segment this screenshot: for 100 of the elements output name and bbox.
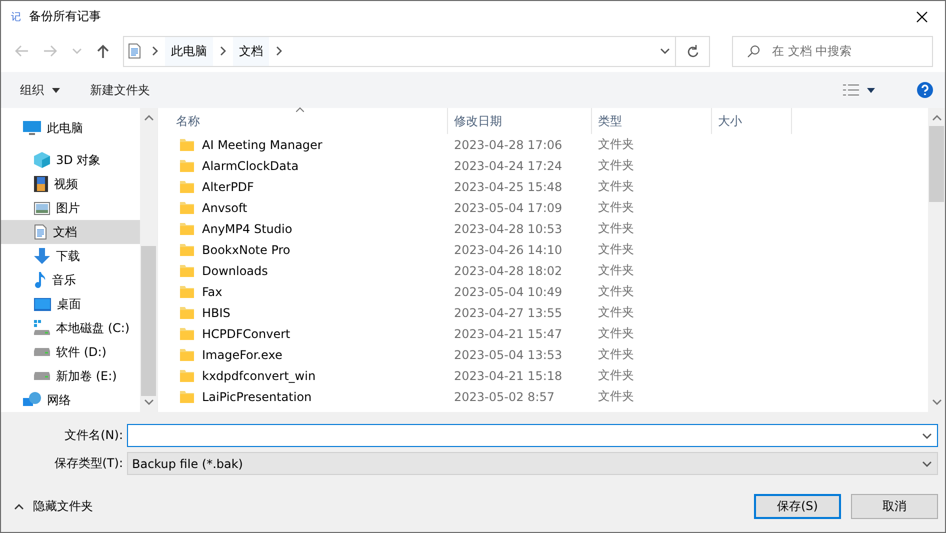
sidebar-item[interactable]: 桌面 [1, 292, 140, 316]
file-type: 文件夹 [597, 325, 635, 342]
modified-date: 2023-05-04 17:09 [453, 200, 564, 214]
file-name[interactable]: ImageFor.exe [176, 348, 448, 362]
desktop-icon [34, 298, 51, 310]
drive-icon [34, 320, 50, 336]
file-type: 文件夹 [597, 157, 635, 174]
breadcrumb[interactable]: 文档 [233, 36, 269, 66]
folder-icon [180, 180, 194, 193]
folder-icon [180, 138, 194, 151]
up-arrow-icon [97, 44, 109, 58]
image-icon [34, 202, 50, 214]
file-name[interactable]: Downloads [176, 264, 448, 278]
cube-icon [34, 152, 50, 168]
organize-menu[interactable]: 组织 [20, 82, 60, 98]
file-name[interactable]: AlterPDF [176, 180, 448, 194]
sidebar-item[interactable]: 新加卷 (E:) [1, 364, 140, 388]
sidebar-item[interactable]: 本地磁盘 (C:) [1, 316, 140, 340]
folder-icon [180, 285, 194, 298]
sidebar-item[interactable]: 音乐 [1, 268, 140, 292]
modified-date: 2023-04-27 13:55 [453, 306, 564, 320]
refresh-icon [686, 44, 698, 58]
sidebar-item[interactable]: 软件 (D:) [1, 340, 140, 364]
help-button[interactable] [917, 82, 933, 98]
sidebar-item[interactable]: 此电脑 [1, 116, 140, 140]
file-name[interactable]: Fax [176, 284, 448, 298]
view-options-button[interactable] [843, 84, 875, 96]
file-type: 文件夹 [597, 262, 635, 279]
file-type: 文件夹 [597, 388, 635, 405]
modified-date: 2023-04-28 18:02 [453, 264, 564, 278]
sidebar-item[interactable]: 视频 [1, 172, 140, 196]
column-header[interactable]: 修改日期 [448, 108, 592, 134]
file-list-scrollbar[interactable] [928, 108, 945, 412]
modified-date: 2023-04-28 10:53 [453, 222, 564, 236]
document-icon [128, 43, 141, 59]
file-name[interactable]: kxdpdfconvert_win [176, 368, 448, 382]
file-type-select[interactable]: Backup file (*.bak) [127, 452, 938, 475]
file-type: 文件夹 [597, 346, 635, 363]
file-type: 文件夹 [597, 367, 635, 384]
download-arrow-icon [34, 248, 50, 264]
sort-icon [296, 107, 304, 112]
modified-date: 2023-04-26 14:10 [453, 242, 564, 256]
file-name[interactable]: AlarmClockData [176, 158, 448, 172]
file-type: 文件夹 [597, 220, 635, 237]
modified-date: 2023-04-21 15:47 [453, 326, 564, 340]
window-title: 备份所有记事 [29, 8, 102, 25]
modified-date: 2023-04-21 15:18 [453, 368, 564, 382]
file-name[interactable]: AnyMP4 Studio [176, 222, 448, 236]
search-field[interactable]: 在 文档 中搜索 [732, 36, 933, 66]
dropdown-icon [867, 88, 875, 92]
filename-field[interactable] [127, 424, 938, 447]
network-globe-icon [23, 392, 41, 408]
computer-icon [23, 120, 41, 136]
column-header[interactable]: 大小 [712, 108, 792, 134]
scrollbar-thumb[interactable] [141, 246, 156, 396]
sidebar-scrollbar[interactable] [140, 108, 157, 412]
file-name[interactable]: Anvsoft [176, 200, 448, 214]
folder-icon [180, 369, 194, 382]
folder-icon [180, 390, 194, 403]
breadcrumb[interactable]: 此电脑 [165, 36, 213, 66]
file-name[interactable]: HBIS [176, 306, 448, 320]
drive-icon [34, 372, 50, 380]
help-icon [917, 82, 933, 98]
file-name[interactable]: LaiPicPresentation [176, 390, 448, 404]
document-icon [34, 224, 47, 240]
modified-date: 2023-05-04 10:49 [453, 284, 564, 298]
folder-icon [180, 243, 194, 256]
forward-arrow-icon [43, 45, 57, 57]
file-type: 文件夹 [597, 283, 635, 300]
file-type: 文件夹 [597, 304, 635, 321]
address-bar[interactable]: 此电脑 文档 [123, 36, 710, 66]
modified-date: 2023-04-28 17:06 [453, 138, 564, 152]
modified-date: 2023-05-04 13:53 [453, 348, 564, 362]
folder-icon [180, 306, 194, 319]
folder-icon [180, 264, 194, 277]
file-name[interactable]: HCPDFConvert [176, 326, 448, 340]
scrollbar-thumb[interactable] [929, 126, 944, 202]
file-name[interactable]: BookxNote Pro [176, 242, 448, 256]
modified-date: 2023-04-25 15:48 [453, 180, 564, 194]
back-arrow-icon [15, 45, 29, 57]
folder-icon [180, 348, 194, 361]
search-icon [747, 44, 760, 58]
column-header[interactable]: 类型 [592, 108, 712, 134]
sidebar-item[interactable]: 网络 [1, 388, 140, 412]
new-folder-button[interactable]: 新建文件夹 [90, 82, 150, 98]
hide-folders-toggle[interactable]: 隐藏文件夹 [13, 498, 93, 515]
modified-date: 2023-05-02 8:57 [453, 390, 556, 404]
sidebar-item[interactable]: 图片 [1, 196, 140, 220]
cancel-button[interactable]: 取消 [851, 494, 938, 519]
save-button[interactable]: 保存(S) [754, 494, 841, 519]
file-name[interactable]: AI Meeting Manager [176, 138, 448, 152]
sidebar-item[interactable]: 文档 [1, 220, 140, 244]
column-header[interactable]: 名称 [176, 108, 448, 134]
sidebar-item[interactable]: 下载 [1, 244, 140, 268]
folder-icon [180, 159, 194, 172]
sidebar-item[interactable]: 3D 对象 [1, 148, 140, 172]
list-view-icon [843, 84, 859, 96]
folder-icon [180, 327, 194, 340]
music-note-icon [34, 272, 46, 288]
file-type-label: 保存类型(T): [53, 455, 124, 472]
